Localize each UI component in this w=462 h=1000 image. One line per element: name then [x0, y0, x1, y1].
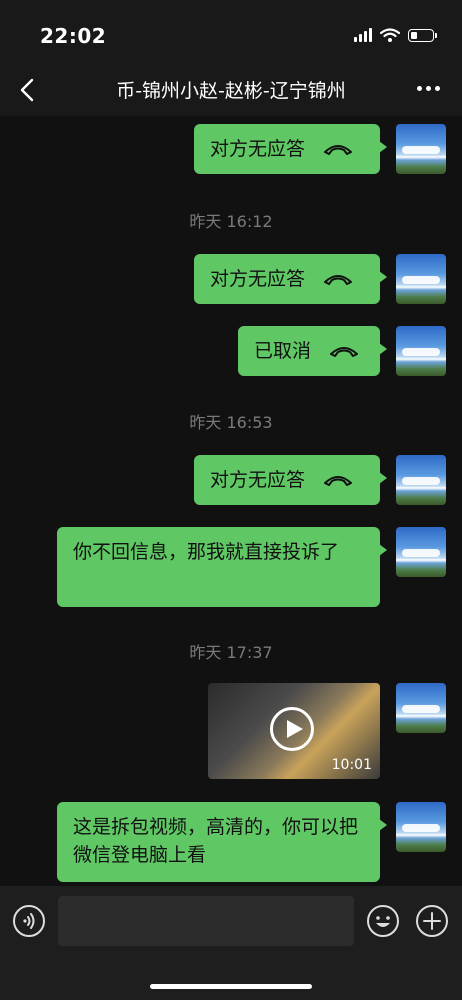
call-record-bubble[interactable]: 对方无应答 — [194, 124, 387, 174]
plus-icon[interactable] — [415, 904, 449, 938]
avatar[interactable] — [396, 455, 446, 505]
nav-bar: 币-锦州小赵-赵彬-辽宁锦州 — [0, 64, 462, 116]
timestamp: 昨天 17:37 — [189, 643, 273, 662]
timestamp: 昨天 16:12 — [189, 212, 273, 231]
voice-icon[interactable] — [12, 904, 46, 938]
avatar[interactable] — [396, 326, 446, 376]
avatar[interactable] — [396, 527, 446, 577]
avatar[interactable] — [396, 254, 446, 304]
message-input[interactable] — [58, 896, 354, 946]
avatar[interactable] — [396, 802, 446, 852]
chat-area[interactable]: 对方无应答 昨天 16:12 对方无应答 已取消 昨天 16:53 对方无应答 … — [0, 116, 462, 886]
more-dots-icon[interactable] — [417, 86, 440, 91]
call-ended-icon — [324, 145, 353, 155]
call-record-bubble[interactable]: 对方无应答 — [194, 254, 387, 304]
call-ended-icon — [324, 476, 353, 486]
call-record-bubble[interactable]: 已取消 — [238, 326, 387, 376]
wifi-icon — [380, 28, 400, 42]
signal-icon — [354, 28, 372, 42]
call-status-text: 对方无应答 — [210, 469, 306, 491]
avatar[interactable] — [396, 683, 446, 733]
status-bar: 22:02 — [0, 0, 462, 64]
call-status-text: 对方无应答 — [210, 138, 306, 160]
message-text: 这是拆包视频，高清的，你可以把微信登电脑上看 — [73, 816, 359, 866]
input-bar — [0, 886, 462, 1000]
emoji-icon[interactable] — [366, 904, 400, 938]
video-message[interactable]: 10:01 — [208, 683, 380, 779]
chat-title: 币-锦州小赵-赵彬-辽宁锦州 — [116, 80, 346, 102]
text-message-bubble[interactable]: 这是拆包视频，高清的，你可以把微信登电脑上看 — [57, 802, 387, 882]
battery-icon — [408, 28, 437, 42]
battery-level — [411, 31, 417, 39]
call-status-text: 对方无应答 — [210, 268, 306, 290]
chevron-left-icon[interactable] — [14, 74, 42, 106]
status-icons — [354, 28, 437, 42]
status-time: 22:02 — [40, 24, 107, 48]
call-ended-icon — [330, 347, 359, 357]
text-message-bubble[interactable]: 你不回信息，那我就直接投诉了 — [57, 527, 387, 607]
play-icon[interactable] — [270, 707, 314, 751]
timestamp: 昨天 16:53 — [189, 413, 273, 432]
call-ended-icon — [324, 275, 353, 285]
call-record-bubble[interactable]: 对方无应答 — [194, 455, 387, 505]
avatar[interactable] — [396, 124, 446, 174]
call-status-text: 已取消 — [254, 340, 312, 362]
video-duration: 10:01 — [331, 757, 372, 773]
home-indicator — [150, 984, 312, 989]
message-text: 你不回信息，那我就直接投诉了 — [73, 541, 340, 563]
